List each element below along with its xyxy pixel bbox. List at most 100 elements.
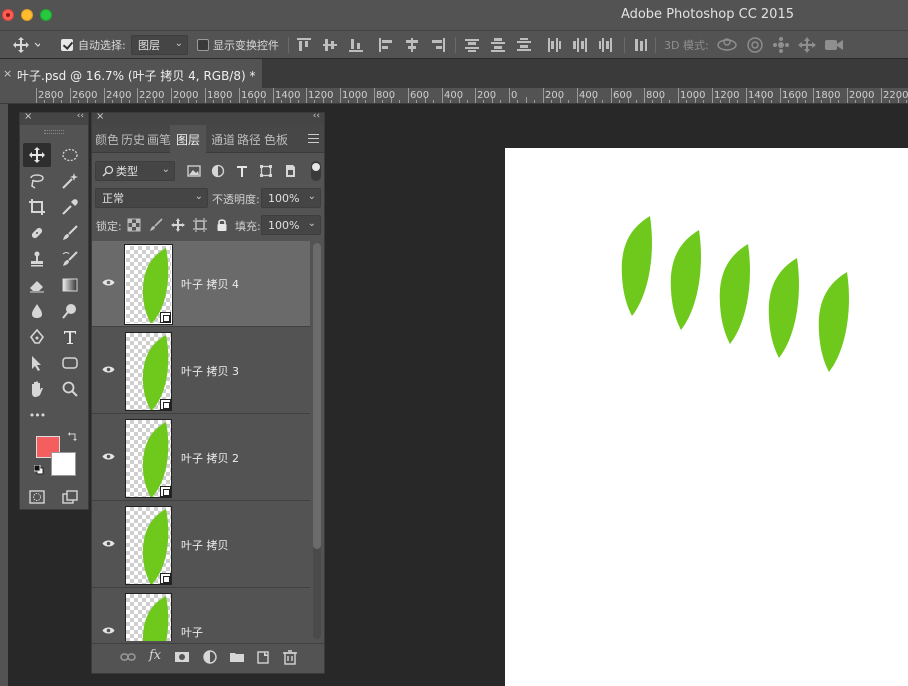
leaf-shape[interactable] — [620, 216, 654, 316]
eye-icon[interactable] — [102, 452, 115, 461]
close-panel-icon[interactable]: × — [24, 111, 32, 122]
close-window-button[interactable] — [2, 9, 14, 21]
gradient-tool[interactable] — [56, 273, 84, 297]
align-vertical-centers-icon[interactable] — [322, 37, 338, 53]
tab-layers[interactable]: 图层 — [170, 125, 206, 153]
fill-input[interactable]: 100% ⌄ — [261, 215, 321, 235]
layer-name[interactable]: 叶子 拷贝 — [181, 537, 229, 553]
layer-thumbnail[interactable] — [125, 332, 172, 411]
lock-position-icon[interactable] — [171, 218, 185, 232]
blur-tool[interactable] — [23, 299, 51, 323]
layer-name[interactable]: 叶子 拷贝 3 — [181, 363, 239, 379]
distribute-left-edges-icon[interactable] — [546, 37, 562, 53]
marquee-tool[interactable] — [56, 143, 84, 167]
trash-icon[interactable] — [282, 649, 298, 665]
panel-grip[interactable] — [20, 125, 88, 137]
tab-swatches[interactable]: 色板 — [264, 125, 288, 153]
close-panel-icon[interactable]: × — [96, 111, 104, 122]
show-transform-checkbox[interactable] — [197, 39, 209, 51]
eye-icon[interactable] — [102, 539, 115, 548]
align-left-edges-icon[interactable] — [378, 37, 394, 53]
layer-list-scrollbar[interactable] — [313, 243, 321, 639]
layer-filter-kind-select[interactable]: 类型 ⌄ — [95, 161, 175, 181]
distribute-vertical-centers-icon[interactable] — [490, 37, 506, 53]
align-right-edges-icon[interactable] — [430, 37, 446, 53]
quick-mask-button[interactable] — [23, 485, 51, 509]
healing-brush-tool[interactable] — [23, 221, 51, 245]
align-horizontal-centers-icon[interactable] — [404, 37, 420, 53]
rotate-3d-icon[interactable] — [716, 31, 738, 59]
distribute-bottom-edges-icon[interactable] — [516, 37, 532, 53]
layer-thumbnail[interactable] — [125, 419, 172, 498]
layer-row[interactable]: 叶子 拷贝 3 — [92, 328, 310, 414]
type-tool[interactable] — [56, 325, 84, 349]
lock-all-icon[interactable] — [215, 218, 229, 232]
rectangle-tool[interactable] — [56, 351, 84, 375]
document-canvas[interactable] — [505, 148, 908, 686]
distribute-top-edges-icon[interactable] — [464, 37, 480, 53]
horizontal-ruler[interactable]: 2800 2600 2400 2200 2000 1800 1600 1400 1200 1000… — [0, 88, 908, 104]
auto-align-layers-icon[interactable] — [633, 37, 649, 53]
new-adjustment-layer-icon[interactable] — [202, 649, 218, 665]
zoom-window-button[interactable] — [40, 9, 52, 21]
link-layers-icon[interactable] — [120, 649, 136, 665]
layer-name[interactable]: 叶子 拷贝 2 — [181, 450, 239, 466]
collapse-panel-icon[interactable]: ‹‹ — [313, 111, 320, 121]
leaf-shape[interactable] — [767, 258, 801, 358]
scale-3d-icon[interactable] — [823, 31, 845, 59]
shape-layer-filter-icon[interactable] — [259, 164, 273, 178]
tab-brushes[interactable]: 画笔 — [148, 125, 170, 153]
layer-name[interactable]: 叶子 — [181, 624, 203, 640]
new-layer-icon[interactable] — [255, 649, 271, 665]
clone-stamp-tool[interactable] — [23, 247, 51, 271]
move-tool[interactable] — [23, 143, 51, 167]
document-tab[interactable]: × 叶子.psd @ 16.7% (叶子 拷贝 4, RGB/8) * — [0, 59, 262, 89]
layer-row[interactable]: 叶子 拷贝 — [92, 502, 310, 588]
eraser-tool[interactable] — [23, 273, 51, 297]
auto-select-checkbox[interactable] — [61, 39, 73, 51]
auto-select-target-select[interactable]: 图层 ⌄ — [131, 35, 188, 55]
align-bottom-edges-icon[interactable] — [348, 37, 364, 53]
layer-name[interactable]: 叶子 拷贝 4 — [181, 276, 239, 292]
move-tool-preset-picker[interactable] — [12, 31, 40, 59]
layer-style-fx-button[interactable]: fx — [149, 648, 161, 663]
minimize-window-button[interactable] — [21, 9, 33, 21]
blend-mode-select[interactable]: 正常 ⌄ — [95, 188, 208, 208]
pen-tool[interactable] — [23, 325, 51, 349]
tab-color[interactable]: 颜色 — [96, 125, 118, 153]
opacity-input[interactable]: 100% ⌄ — [261, 188, 321, 208]
layer-thumbnail[interactable] — [125, 593, 172, 641]
swap-colors-icon[interactable] — [67, 432, 77, 442]
align-top-edges-icon[interactable] — [296, 37, 312, 53]
screen-mode-button[interactable] — [56, 485, 84, 509]
tab-history[interactable]: 历史 — [122, 125, 144, 153]
layer-row[interactable]: 叶子 — [92, 589, 310, 641]
lock-image-pixels-icon[interactable] — [149, 218, 163, 232]
brush-tool[interactable] — [56, 221, 84, 245]
filter-toggle-switch[interactable] — [311, 161, 321, 181]
vertical-ruler[interactable] — [0, 104, 8, 686]
eyedropper-tool[interactable] — [56, 195, 84, 219]
slide-3d-icon[interactable] — [797, 31, 817, 59]
tab-paths[interactable]: 路径 — [238, 125, 260, 153]
path-selection-tool[interactable] — [23, 351, 51, 375]
eye-icon[interactable] — [102, 278, 115, 287]
adjustment-layer-filter-icon[interactable] — [211, 164, 225, 178]
edit-toolbar-button[interactable]: ••• — [23, 403, 51, 427]
lock-transparent-pixels-icon[interactable] — [127, 218, 141, 232]
layer-thumbnail[interactable] — [124, 244, 173, 325]
history-brush-tool[interactable] — [56, 247, 84, 271]
pixel-layer-filter-icon[interactable] — [187, 164, 201, 178]
tab-channels[interactable]: 通道 — [212, 125, 234, 153]
default-colors-icon[interactable] — [34, 465, 44, 475]
roll-3d-icon[interactable] — [745, 31, 765, 59]
hand-tool[interactable] — [23, 377, 51, 401]
type-layer-filter-icon[interactable] — [235, 164, 249, 178]
close-tab-icon[interactable]: × — [3, 67, 12, 80]
distribute-horizontal-centers-icon[interactable] — [572, 37, 588, 53]
leaf-shape[interactable] — [817, 272, 851, 372]
layer-thumbnail[interactable] — [125, 506, 172, 585]
lock-artboard-icon[interactable] — [193, 218, 207, 232]
smart-object-filter-icon[interactable] — [283, 164, 297, 178]
new-group-folder-icon[interactable] — [229, 649, 245, 665]
